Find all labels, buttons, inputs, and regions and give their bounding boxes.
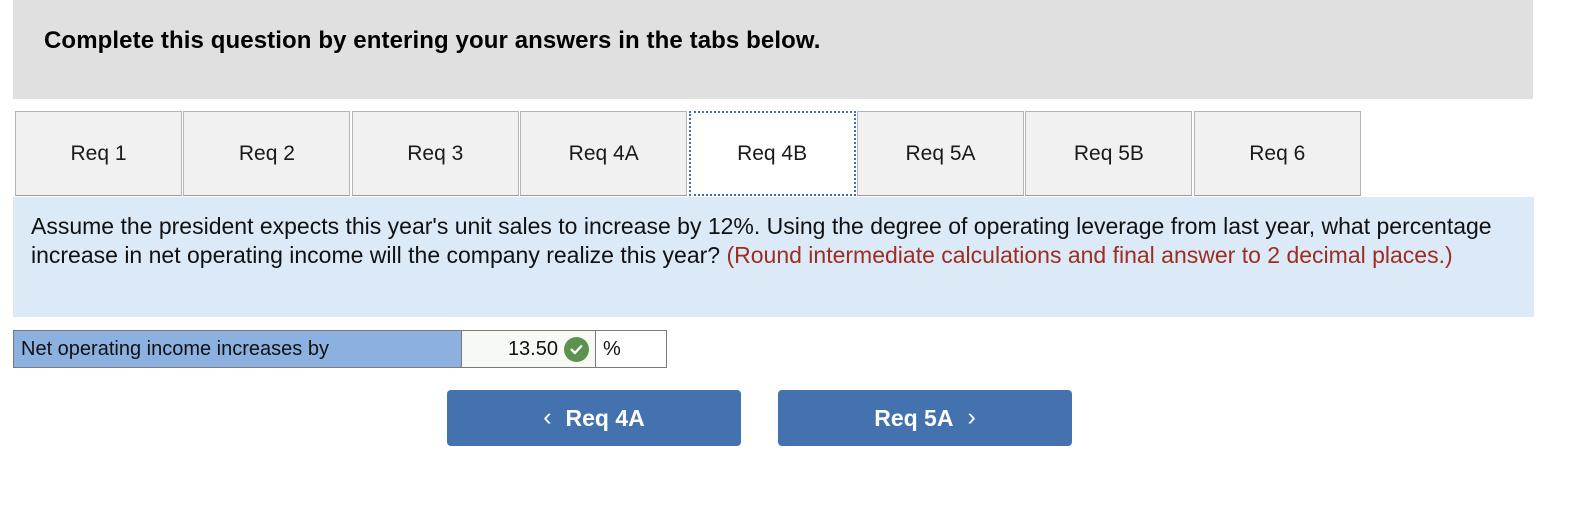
tab-label: Req 4A	[568, 141, 639, 165]
page-title: Complete this question by entering your …	[44, 27, 821, 54]
requirement-tabs: Req 1 Req 2 Req 3 Req 4A Req 4B Req 5A R…	[0, 108, 1580, 303]
answer-label: Net operating income increases by	[21, 337, 329, 360]
instruction-banner: Complete this question by entering your …	[13, 0, 1533, 99]
tab-req-5b[interactable]: Req 5B	[1025, 111, 1193, 196]
tab-req-5a[interactable]: Req 5A	[857, 111, 1024, 196]
tab-label: Req 5B	[1073, 141, 1144, 165]
chevron-right-icon: ›	[967, 402, 976, 431]
prev-button-label: Req 4A	[565, 404, 645, 431]
next-requirement-button[interactable]: Req 5A ›	[778, 390, 1072, 446]
check-circle-icon	[564, 336, 589, 362]
answer-unit-cell: %	[596, 330, 667, 368]
tab-req-3[interactable]: Req 3	[351, 111, 519, 196]
tab-label: Req 4B	[737, 141, 808, 165]
next-button-label: Req 5A	[874, 404, 954, 431]
tab-req-4a[interactable]: Req 4A	[520, 111, 688, 196]
tab-label: Req 6	[1249, 141, 1306, 165]
tab-label: Req 3	[407, 141, 464, 165]
tab-req-1[interactable]: Req 1	[15, 111, 182, 196]
question-panel: Assume the president expects this year's…	[13, 197, 1534, 317]
tab-label: Req 2	[238, 141, 295, 165]
tab-req-4b[interactable]: Req 4B	[688, 111, 856, 196]
answer-value: 13.50	[507, 337, 558, 360]
question-text: Assume the president expects this year's…	[31, 212, 1521, 270]
previous-requirement-button[interactable]: ‹ Req 4A	[447, 390, 741, 446]
chevron-left-icon: ‹	[543, 402, 552, 431]
tab-label: Req 5A	[905, 141, 976, 165]
tab-label: Req 1	[70, 141, 127, 165]
question-rounding-hint: (Round intermediate calculations and fin…	[726, 242, 1453, 268]
answer-input-cell[interactable]: 13.50	[462, 330, 596, 368]
tab-req-2[interactable]: Req 2	[183, 111, 351, 196]
answer-table-row: Net operating income increases by 13.50 …	[13, 330, 667, 368]
answer-label-cell: Net operating income increases by	[13, 330, 462, 368]
tab-req-6[interactable]: Req 6	[1193, 111, 1361, 196]
answer-unit: %	[603, 337, 621, 360]
